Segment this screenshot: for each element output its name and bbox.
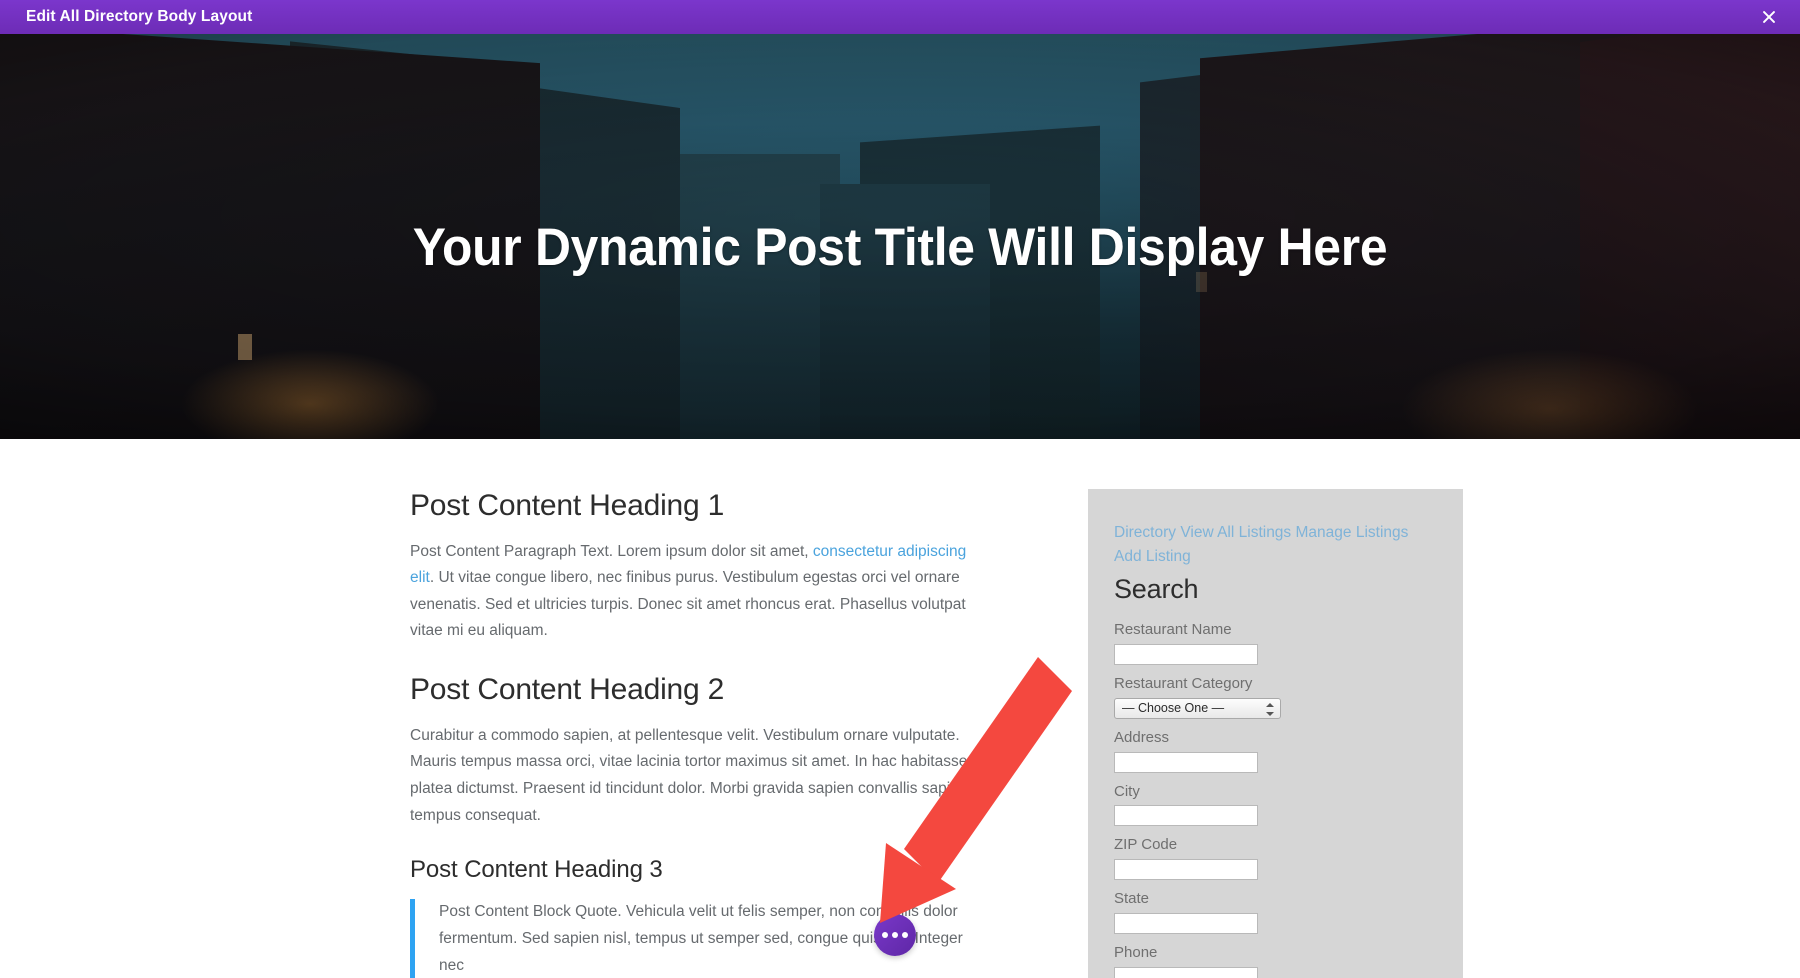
restaurant-name-input[interactable]: [1114, 644, 1258, 666]
label-restaurant-name: Restaurant Name: [1114, 621, 1232, 639]
post-content-heading-3: Post Content Heading 3: [410, 856, 663, 884]
paragraph-1-text-after: . Ut vitae congue libero, nec finibus pu…: [410, 569, 966, 640]
label-phone: Phone: [1114, 943, 1158, 961]
post-content-heading-1: Post Content Heading 1: [410, 489, 725, 522]
search-heading: Search: [1114, 574, 1199, 605]
city-input[interactable]: [1114, 805, 1258, 827]
paragraph-1-text-before: Post Content Paragraph Text. Lorem ipsum…: [410, 542, 813, 560]
page-body: Post Content Heading 1 Post Content Para…: [0, 439, 1800, 978]
post-content-column: Post Content Heading 1 Post Content Para…: [410, 487, 990, 978]
ellipsis-dot-icon: [882, 932, 888, 938]
hero-title: Your Dynamic Post Title Will Display Her…: [412, 218, 1388, 277]
restaurant-category-select[interactable]: — Choose One —: [1114, 697, 1281, 719]
directory-search-sidebar: Directory View All Listings Manage Listi…: [1088, 489, 1463, 978]
label-city: City: [1114, 782, 1140, 800]
post-content-heading-2: Post Content Heading 2: [410, 673, 725, 707]
sidebar-nav-links[interactable]: Directory View All Listings Manage Listi…: [1114, 521, 1425, 569]
label-restaurant-category: Restaurant Category: [1114, 675, 1253, 693]
post-content-paragraph-1: Post Content Paragraph Text. Lorem ipsum…: [410, 539, 990, 646]
close-icon[interactable]: [1754, 2, 1784, 32]
ellipsis-dot-icon: [892, 932, 898, 938]
sidebar-link-add-listing[interactable]: Add Listing: [1114, 548, 1191, 565]
search-form: Restaurant Name Restaurant Category — Ch…: [1114, 619, 1425, 978]
hero-section: Your Dynamic Post Title Will Display Her…: [0, 34, 1800, 439]
sidebar-link-manage-listings[interactable]: Manage Listings: [1296, 524, 1409, 541]
label-zip-code: ZIP Code: [1114, 836, 1178, 854]
phone-input[interactable]: [1114, 966, 1258, 978]
ellipsis-dot-icon: [902, 932, 908, 938]
label-address: Address: [1114, 728, 1170, 746]
settings-ellipsis-button[interactable]: [874, 914, 916, 956]
restaurant-category-selected-value: — Choose One —: [1122, 700, 1225, 715]
post-content-paragraph-2: Curabitur a commodo sapien, at pellentes…: [410, 726, 968, 824]
sidebar-link-view-all-listings[interactable]: View All Listings: [1180, 524, 1291, 541]
label-state: State: [1114, 890, 1150, 908]
address-input[interactable]: [1114, 751, 1258, 773]
chevron-updown-icon: [1266, 701, 1275, 718]
page-title: Edit All Directory Body Layout: [26, 8, 253, 25]
modal-titlebar: Edit All Directory Body Layout: [0, 0, 1800, 34]
state-input[interactable]: [1114, 912, 1258, 934]
sidebar-link-directory[interactable]: Directory: [1114, 524, 1176, 541]
zip-code-input[interactable]: [1114, 859, 1258, 881]
